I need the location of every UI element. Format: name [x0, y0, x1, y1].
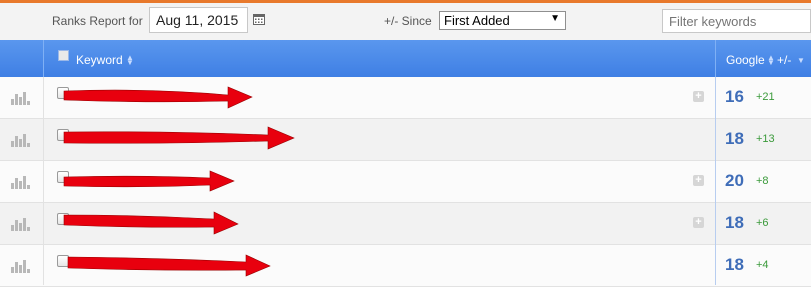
google-rank: 20	[725, 171, 744, 190]
expand-icon[interactable]: +	[693, 217, 704, 228]
sort-icon[interactable]: ▲ ▼	[126, 54, 134, 67]
table-row[interactable]: + 20 +8	[0, 161, 811, 203]
table-row[interactable]: + 18 +6	[0, 203, 811, 245]
ranks-report-label: Ranks Report for	[52, 14, 143, 28]
rank-change: +13	[756, 133, 775, 145]
rank-change: +4	[756, 259, 769, 271]
redaction-arrow	[63, 170, 235, 192]
google-rank: 18	[725, 213, 744, 232]
redaction-arrow	[63, 86, 253, 109]
redaction-arrow	[63, 126, 295, 150]
google-column-header[interactable]: Google	[726, 53, 765, 67]
google-rank: 18	[725, 255, 744, 274]
sort-down-icon[interactable]: ▼	[797, 57, 805, 65]
since-select-value: First Added	[444, 13, 510, 28]
header-divider	[43, 40, 44, 77]
since-label: +/- Since	[384, 14, 432, 28]
select-all-checkbox[interactable]	[58, 50, 69, 61]
expand-icon[interactable]: +	[693, 91, 704, 102]
since-select[interactable]: First Added ▼	[439, 11, 566, 30]
expand-icon[interactable]: +	[693, 175, 704, 186]
redaction-arrow	[67, 254, 271, 277]
dropdown-arrow-icon: ▼	[550, 13, 560, 24]
change-column-header[interactable]: +/-	[777, 53, 791, 67]
table-row[interactable]: 18 +13	[0, 119, 811, 161]
sort-icon[interactable]: ▲ ▼	[767, 54, 775, 67]
google-rank: 16	[725, 87, 744, 106]
keyword-column-header[interactable]: Keyword	[76, 53, 123, 67]
column-divider	[43, 77, 44, 285]
filter-keywords-input[interactable]	[662, 9, 811, 33]
calendar-icon[interactable]	[253, 13, 265, 25]
rank-column-divider	[715, 77, 716, 285]
rank-change: +8	[756, 175, 769, 187]
table-row[interactable]: + 16 +21	[0, 77, 811, 119]
report-date-input[interactable]: Aug 11, 2015	[149, 7, 248, 33]
rank-change: +21	[756, 91, 775, 103]
table-row[interactable]: 18 +4	[0, 245, 811, 287]
header-divider	[715, 40, 716, 77]
redaction-arrow	[63, 211, 239, 235]
google-rank: 18	[725, 129, 744, 148]
rank-change: +6	[756, 217, 769, 229]
